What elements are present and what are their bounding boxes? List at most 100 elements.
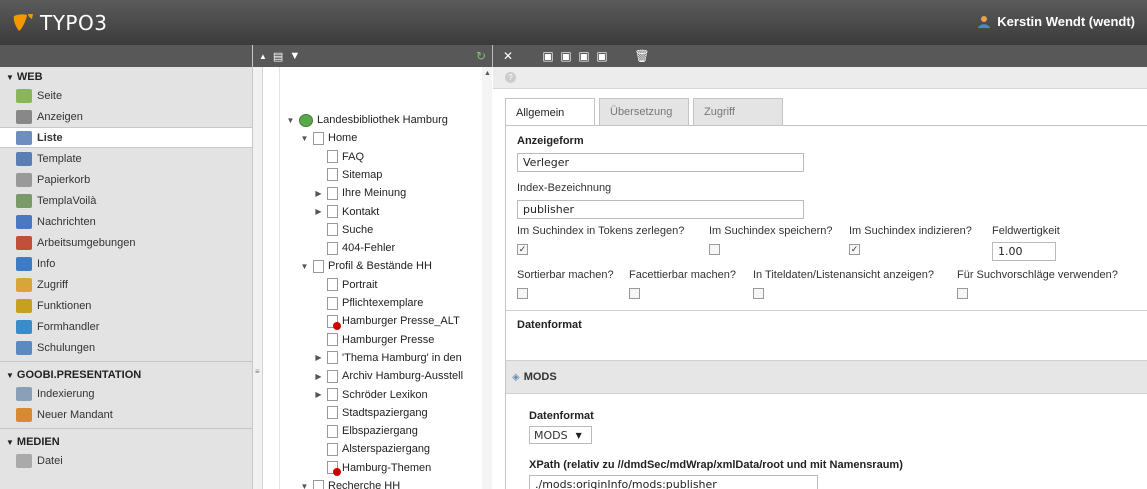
tree-node[interactable]: Elbspaziergang: [314, 422, 418, 440]
close-icon[interactable]: ✕: [501, 49, 515, 63]
module-group-web[interactable]: ▼ WEB: [0, 67, 252, 85]
expanded-icon[interactable]: ▼: [300, 262, 309, 271]
user-icon: [978, 15, 991, 28]
tree-node[interactable]: Stadtspaziergang: [314, 404, 428, 422]
info-icon: [16, 256, 32, 271]
filter-icon[interactable]: ▼: [289, 50, 300, 62]
tree-node[interactable]: ▶ 'Thema Hamburg' in den: [314, 349, 462, 367]
module-item-neuer-mandant[interactable]: Neuer Mandant: [0, 404, 252, 425]
collapsed-icon[interactable]: ▶: [314, 390, 323, 399]
tree-node[interactable]: ▶ Kontakt: [314, 203, 379, 221]
module-item-label: Neuer Mandant: [37, 408, 113, 421]
index-field-checkbox[interactable]: ✓: [849, 244, 860, 255]
tokenize-checkbox[interactable]: ✓: [517, 244, 528, 255]
autocomplete-checkbox[interactable]: [957, 288, 968, 299]
module-item-datei[interactable]: Datei: [0, 450, 252, 471]
tree-node-label: 'Thema Hamburg' in den: [342, 351, 462, 364]
expanded-icon[interactable]: ▼: [300, 134, 309, 143]
tree-node[interactable]: ▼ Recherche HH: [300, 477, 400, 489]
sortable-checkbox[interactable]: [517, 288, 528, 299]
page-icon: [327, 186, 338, 200]
expanded-icon[interactable]: ▼: [286, 116, 295, 125]
tree-node[interactable]: Portrait: [314, 276, 377, 294]
tree-node[interactable]: ▼ Home: [300, 129, 357, 147]
tree-node[interactable]: ▶ Schröder Lexikon: [314, 386, 428, 404]
module-item-label: Arbeitsumgebungen: [37, 236, 136, 249]
module-group-medien[interactable]: ▼ MEDIEN: [0, 432, 252, 450]
tree-node[interactable]: Hamburger Presse_ALT: [314, 312, 460, 330]
tree-node[interactable]: Alsterspaziergang: [314, 440, 430, 458]
tree-node[interactable]: ▼ Landesbibliothek Hamburg: [286, 111, 448, 129]
module-item-template[interactable]: Template: [0, 148, 252, 169]
collapsed-icon[interactable]: ▶: [314, 189, 323, 198]
module-item-arbeitsumgebungen[interactable]: Arbeitsumgebungen: [0, 232, 252, 253]
collapsed-icon[interactable]: ▶: [314, 372, 323, 381]
hidden-page-icon: [327, 461, 341, 477]
module-item-anzeigen[interactable]: Anzeigen: [0, 106, 252, 127]
tree-resize-gutter[interactable]: ≡: [253, 67, 263, 489]
form-icon: [16, 319, 32, 334]
tree-node[interactable]: Sitemap: [314, 166, 382, 184]
tree-node[interactable]: FAQ: [314, 148, 364, 166]
tree-scrollbar[interactable]: ▲: [482, 67, 492, 489]
datenformat-select[interactable]: MODS ▼: [529, 426, 592, 444]
scroll-up-icon[interactable]: ▲: [484, 70, 491, 77]
module-item-label: Formhandler: [37, 320, 100, 333]
module-item-label: Schulungen: [37, 341, 96, 354]
typo3-logo[interactable]: TYPO3: [12, 11, 107, 35]
save-view-icon[interactable]: ▣: [559, 49, 573, 63]
tree-node[interactable]: Hamburger Presse: [314, 331, 434, 349]
collapsed-icon[interactable]: ▶: [314, 207, 323, 216]
store-checkbox[interactable]: [709, 244, 720, 255]
module-group-goobi-presentation[interactable]: ▼ GOOBI.PRESENTATION: [0, 365, 252, 383]
tree-node-label: Hamburg-Themen: [342, 461, 432, 474]
tree-node[interactable]: 404-Fehler: [314, 239, 395, 257]
titledata-checkbox[interactable]: [753, 288, 764, 299]
facet-checkbox[interactable]: [629, 288, 640, 299]
form-panel: Anzeigeform Verleger Index-Bezeichnung p…: [505, 125, 1147, 489]
module-item-label: Zugriff: [37, 278, 68, 291]
tab-allgemein[interactable]: Allgemein: [505, 98, 595, 126]
tree-node[interactable]: Hamburg-Themen: [314, 459, 431, 477]
index-input[interactable]: publisher: [517, 200, 804, 219]
tree-node[interactable]: Pflichtexemplare: [314, 294, 423, 312]
tab-uebersetzung[interactable]: Übersetzung: [599, 98, 689, 125]
help-icon[interactable]: ?: [505, 72, 516, 83]
delete-icon[interactable]: 🗑: [634, 49, 649, 63]
module-item-info[interactable]: Info: [0, 253, 252, 274]
module-item-liste[interactable]: Liste: [0, 127, 252, 148]
tree-node[interactable]: ▶ Ihre Meinung: [314, 184, 406, 202]
tree-node-label: Landesbibliothek Hamburg: [317, 114, 448, 126]
xpath-label: XPath (relativ zu //dmdSec/mdWrap/xmlDat…: [529, 459, 903, 471]
anzeigeform-input[interactable]: Verleger: [517, 153, 804, 172]
module-item-nachrichten[interactable]: Nachrichten: [0, 211, 252, 232]
tree-node[interactable]: Suche: [314, 221, 373, 239]
refresh-icon[interactable]: ↻: [476, 49, 486, 63]
expanded-icon[interactable]: ▼: [300, 482, 309, 489]
tree-node-label: Alsterspaziergang: [342, 443, 431, 456]
module-item-funktionen[interactable]: Funktionen: [0, 295, 252, 316]
module-item-zugriff[interactable]: Zugriff: [0, 274, 252, 295]
collapsed-icon[interactable]: ▶: [314, 353, 323, 362]
folder-icon: [16, 340, 32, 355]
module-item-schulungen[interactable]: Schulungen: [0, 337, 252, 358]
user-menu[interactable]: Kerstin Wendt (wendt): [977, 14, 1135, 29]
module-item-formhandler[interactable]: Formhandler: [0, 316, 252, 337]
tab-zugriff[interactable]: Zugriff: [693, 98, 783, 125]
new-page-icon[interactable]: ▤: [273, 50, 283, 63]
tree-node[interactable]: ▼ Profil & Bestände HH: [300, 257, 432, 275]
save-close-icon[interactable]: ▣: [595, 49, 609, 63]
module-item-papierkorb[interactable]: Papierkorb: [0, 169, 252, 190]
module-item-templavoil-[interactable]: TemplaVoilà: [0, 190, 252, 211]
mods-record-header[interactable]: ◈ MODS: [506, 360, 1147, 394]
tree-node[interactable]: ▶ Archiv Hamburg-Ausstell: [314, 367, 463, 385]
module-item-seite[interactable]: Seite: [0, 85, 252, 106]
eye-icon: [16, 109, 32, 124]
save-new-icon[interactable]: ▣: [577, 49, 591, 63]
xpath-input[interactable]: ./mods:originInfo/mods:publisher: [529, 475, 818, 489]
feldwertigkeit-input[interactable]: 1.00: [992, 242, 1056, 261]
save-icon[interactable]: ▣: [541, 49, 555, 63]
collapse-up-icon[interactable]: ▲: [259, 52, 267, 61]
workspace-icon: [16, 235, 32, 250]
module-item-indexierung[interactable]: Indexierung: [0, 383, 252, 404]
